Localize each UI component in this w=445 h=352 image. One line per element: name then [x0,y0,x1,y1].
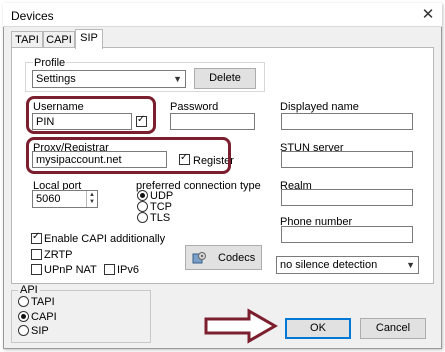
enable-capi-label: Enable CAPI additionally [44,233,166,245]
displayed-name-label: Displayed name [280,101,359,113]
api-capi-radio[interactable] [18,311,29,322]
window-title: Devices [11,9,54,23]
stun-input[interactable] [281,151,413,168]
api-sip-label: SIP [31,325,49,337]
tab-sip[interactable]: SIP [75,29,103,49]
spin-up-icon[interactable]: ▲ [89,192,95,198]
tab-capi[interactable]: CAPI [43,31,75,48]
connection-tls-label: TLS [150,212,171,224]
zrtp-checkbox[interactable] [31,249,42,260]
silence-detection-value: no silence detection [280,259,378,271]
api-label: API [18,284,40,296]
api-sip-radio[interactable] [18,325,29,336]
local-port-spinner[interactable]: ▲ ▼ [86,191,97,207]
ipv6-checkbox[interactable] [104,264,115,275]
enable-capi-checkbox[interactable] [31,231,42,244]
password-label: Password [170,101,219,113]
tab-tapi[interactable]: TAPI [11,31,43,48]
codecs-icon [192,252,206,264]
delete-button[interactable]: Delete [194,68,256,89]
title-bar [3,3,442,27]
codecs-label: Codecs [218,252,256,264]
local-port-value: 5060 [36,193,61,205]
chevron-down-icon: ▼ [406,260,415,270]
displayed-name-input[interactable] [281,113,413,130]
phone-number-input[interactable] [281,226,413,243]
profile-label: Profile [33,57,67,69]
connection-udp-radio[interactable] [137,190,148,201]
realm-input[interactable] [281,189,413,206]
spin-down-icon[interactable]: ▼ [89,199,95,205]
ok-button[interactable]: OK [285,318,351,339]
ipv6-label: IPv6 [117,264,140,276]
upnp-checkbox[interactable] [31,264,42,275]
api-capi-label: CAPI [31,311,57,323]
connection-tcp-radio[interactable] [137,201,148,212]
api-tapi-radio[interactable] [18,296,29,307]
profile-select[interactable]: Settings ▼ [32,70,186,88]
profile-value: Settings [36,73,76,85]
proxy-highlight [26,137,231,174]
zrtp-label: ZRTP [44,249,73,261]
silence-detection-select[interactable]: no silence detection ▼ [276,256,419,274]
connection-tls-radio[interactable] [137,212,148,223]
chevron-down-icon: ▼ [173,74,182,84]
close-icon[interactable]: ✕ [418,5,438,25]
username-highlight [26,96,156,134]
arrow-annotation-icon [204,308,279,344]
api-tapi-label: TAPI [31,296,55,308]
password-input[interactable] [170,113,255,130]
codecs-button[interactable]: Codecs [185,245,262,270]
cancel-button[interactable]: Cancel [360,318,426,339]
upnp-label: UPnP NAT [44,264,97,276]
